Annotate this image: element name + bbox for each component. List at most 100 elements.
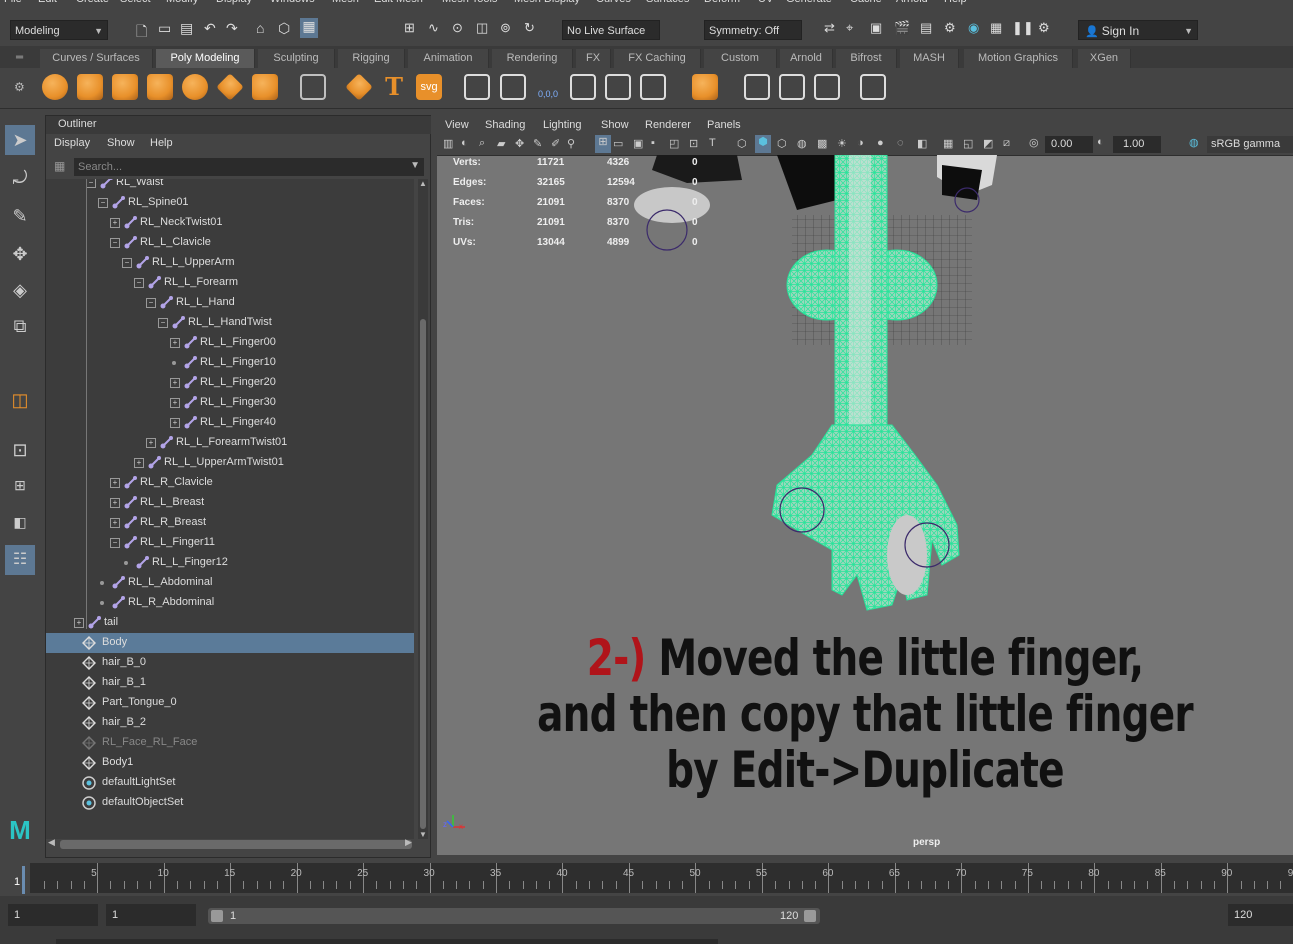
outliner-item[interactable]: defaultLightSet xyxy=(46,773,414,793)
separate-icon[interactable] xyxy=(500,74,526,100)
bevel-icon[interactable] xyxy=(605,74,631,100)
collapse-icon[interactable]: − xyxy=(134,278,144,288)
outliner-item[interactable]: − RL_L_Clavicle xyxy=(46,233,414,253)
menu-edit-mesh[interactable]: Edit Mesh xyxy=(374,0,423,5)
outliner-scroll-thumb[interactable] xyxy=(420,319,426,829)
outliner-item[interactable]: + RL_L_Finger00 xyxy=(46,333,414,353)
collapse-icon[interactable]: − xyxy=(146,298,156,308)
menu-curves[interactable]: Curves xyxy=(596,0,631,5)
menu-generate[interactable]: Generate xyxy=(786,0,832,5)
outliner-item[interactable]: + RL_NeckTwist01 xyxy=(46,213,414,233)
collapse-icon[interactable]: − xyxy=(86,179,96,188)
safe-title-icon[interactable]: T xyxy=(709,137,716,149)
xray-icon[interactable]: ◩ xyxy=(983,137,993,150)
color-management-icon[interactable]: ◍ xyxy=(1189,136,1199,149)
poly-cylinder-icon[interactable] xyxy=(112,74,138,100)
select-component-icon[interactable]: ▦ xyxy=(300,18,318,38)
use-all-lights-icon[interactable]: ☀ xyxy=(837,137,847,150)
outliner-item[interactable]: + RL_L_UpperArmTwist01 xyxy=(46,453,414,473)
wireframe-icon[interactable]: ⬡ xyxy=(737,137,747,150)
platonic-solid-icon[interactable] xyxy=(300,74,326,100)
outliner-menu-help[interactable]: Help xyxy=(150,137,173,149)
poly-cone-icon[interactable] xyxy=(147,74,173,100)
film-gate-icon[interactable]: ▭ xyxy=(613,137,623,150)
grease-pencil-icon[interactable]: ✎ xyxy=(533,137,542,150)
scroll-up-icon[interactable]: ▲ xyxy=(419,179,427,188)
undo-icon[interactable]: ↶ xyxy=(204,20,216,37)
exposure-icon[interactable]: ◎ xyxy=(1029,136,1039,149)
bridge-icon[interactable] xyxy=(640,74,666,100)
outliner-search-field[interactable]: Search... ▼ xyxy=(74,158,424,176)
outliner-item[interactable]: + RL_L_Breast xyxy=(46,493,414,513)
outliner-item[interactable]: + tail xyxy=(46,613,414,633)
bookmarks-icon[interactable]: ⌕ xyxy=(479,137,485,150)
outliner-menu-display[interactable]: Display xyxy=(54,137,90,149)
settings-icon[interactable]: ⚙ xyxy=(1038,20,1050,36)
viewport-menu-lighting[interactable]: Lighting xyxy=(543,119,582,131)
shelf-tab-sculpting[interactable]: Sculpting xyxy=(258,49,335,68)
exposure-field[interactable]: 0.00 xyxy=(1045,136,1093,153)
mirror-icon[interactable] xyxy=(814,74,840,100)
poly-plane-icon[interactable] xyxy=(216,73,244,101)
snap-surface-icon[interactable]: ⊚ xyxy=(500,20,511,36)
open-scene-icon[interactable]: ▭ xyxy=(158,20,171,37)
shelf-tab-bifrost[interactable]: Bifrost xyxy=(836,49,897,68)
outliner-item[interactable]: RL_Face_RL_Face xyxy=(46,733,414,753)
paint-select-tool-icon[interactable]: ✎ xyxy=(5,201,35,231)
target-weld-icon[interactable] xyxy=(779,74,805,100)
time-track[interactable]: 5 10 15 20 25 30 35 40 45 50 55 60 65 70 75 80 85 90 95 xyxy=(30,863,1293,893)
menu-deform[interactable]: Deform xyxy=(704,0,740,5)
extrude-icon[interactable] xyxy=(692,74,718,100)
smooth-shade-all-icon[interactable]: ⬢ xyxy=(755,135,771,153)
four-view-layout-icon[interactable]: ⊞ xyxy=(5,470,35,500)
playback-range-bar[interactable]: 1 120 xyxy=(208,908,820,924)
viewport-menu-show[interactable]: Show xyxy=(601,119,629,131)
select-object-icon[interactable]: ⬡ xyxy=(278,20,290,37)
lasso-tool-icon[interactable]: ⤾ xyxy=(5,163,35,193)
outliner-item[interactable]: + RL_R_Clavicle xyxy=(46,473,414,493)
outliner-item[interactable]: − RL_L_HandTwist xyxy=(46,313,414,333)
outliner-item[interactable]: RL_L_Finger10 xyxy=(46,353,414,373)
shelf-tab-rendering[interactable]: Rendering xyxy=(492,49,573,68)
select-hierarchy-icon[interactable]: ⌂ xyxy=(256,20,264,36)
grid-toggle-icon[interactable]: ⊞ xyxy=(595,135,611,153)
type-text-icon[interactable]: T xyxy=(381,74,407,100)
gate-mask-icon[interactable]: ▪ xyxy=(651,137,655,149)
outliner-item[interactable]: hair_B_2 xyxy=(46,713,414,733)
expand-icon[interactable]: + xyxy=(170,378,180,388)
shelf-tab-xgen[interactable]: XGen xyxy=(1078,49,1131,68)
redo-icon[interactable]: ↷ xyxy=(226,20,238,37)
two-view-layout-icon[interactable]: ◧ xyxy=(5,507,35,537)
expand-icon[interactable]: + xyxy=(170,338,180,348)
shelf-tab-motion-graphics[interactable]: Motion Graphics xyxy=(964,49,1073,68)
multisample-aa-icon[interactable]: ◧ xyxy=(917,137,927,150)
shelf-tab-animation[interactable]: Animation xyxy=(408,49,489,68)
menu-cache[interactable]: Cache xyxy=(850,0,882,5)
outliner-item[interactable]: RL_R_Abdominal xyxy=(46,593,414,613)
poly-cube-icon[interactable] xyxy=(77,74,103,100)
render-view-icon[interactable]: ▣ xyxy=(870,20,882,36)
wireframe-on-shaded-icon[interactable]: ⬡ xyxy=(777,137,787,150)
snap-view-plane-icon[interactable]: ◫ xyxy=(476,20,488,36)
shelf-menu-icon[interactable]: ═ xyxy=(16,52,23,63)
gamma-field[interactable]: 1.00 xyxy=(1113,136,1161,153)
menu-mesh-display[interactable]: Mesh Display xyxy=(514,0,580,5)
pause-viewport-icon[interactable]: ❚❚ xyxy=(1012,20,1034,36)
input-output-icon[interactable]: ⇄ xyxy=(824,20,835,36)
shelf-tab-curves-surfaces[interactable]: Curves / Surfaces xyxy=(40,49,153,68)
expand-icon[interactable]: + xyxy=(170,398,180,408)
outliner-layout-icon[interactable]: ☷ xyxy=(5,545,35,575)
viewport-menu-shading[interactable]: Shading xyxy=(485,119,525,131)
outliner-item[interactable]: − RL_Spine01 xyxy=(46,193,414,213)
textured-icon[interactable]: ▩ xyxy=(817,137,827,150)
outliner-item[interactable]: − RL_L_Finger11 xyxy=(46,533,414,553)
expand-icon[interactable]: + xyxy=(74,618,84,628)
render-settings-icon[interactable]: ⚙ xyxy=(944,20,956,36)
select-camera-icon[interactable]: ▥ xyxy=(443,137,453,150)
svg-icon[interactable]: svg xyxy=(416,74,442,100)
outliner-item[interactable]: hair_B_0 xyxy=(46,653,414,673)
shelf-tab-fx[interactable]: FX xyxy=(576,49,611,68)
expand-icon[interactable]: + xyxy=(170,418,180,428)
collapse-icon[interactable]: − xyxy=(122,258,132,268)
animation-start-field[interactable]: 1 xyxy=(8,904,98,926)
